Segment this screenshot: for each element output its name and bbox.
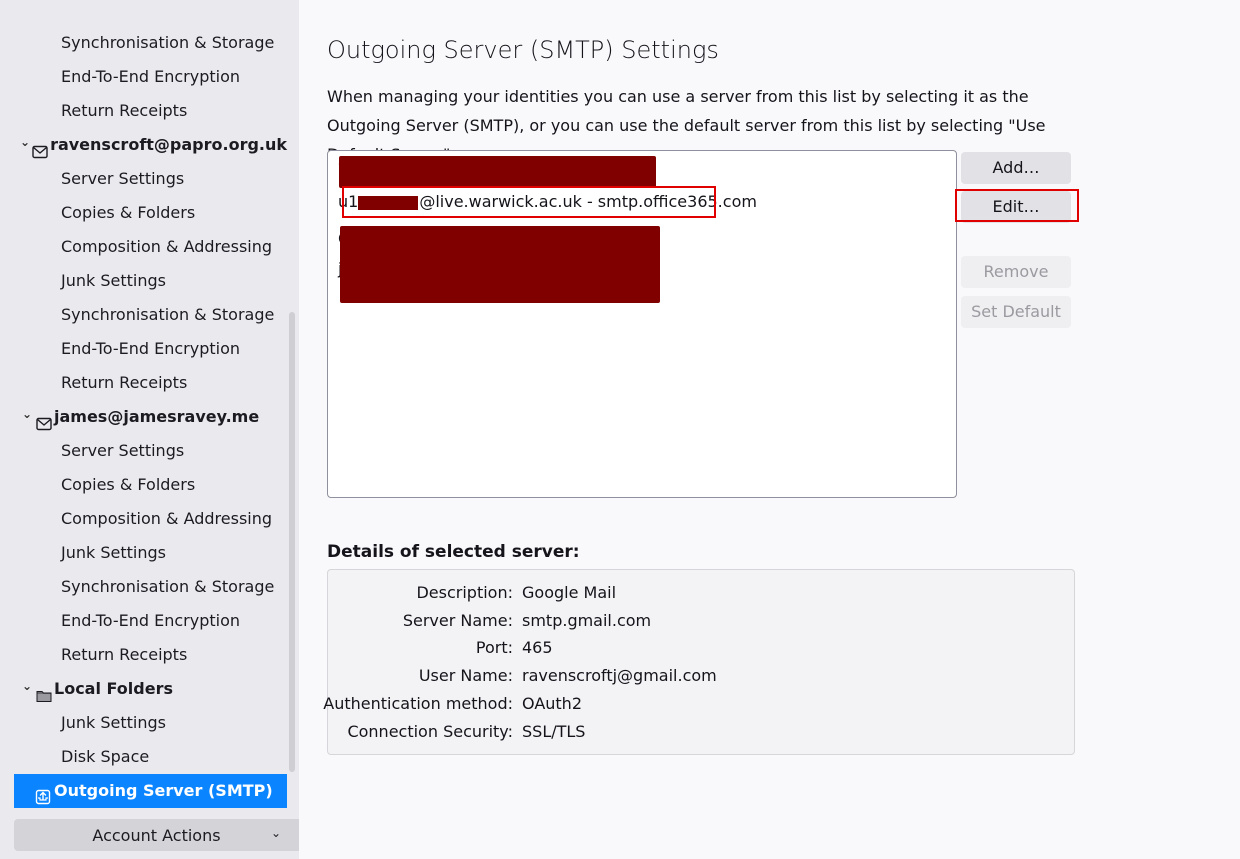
sidebar-item[interactable]: Junk Settings <box>0 536 287 570</box>
sidebar-item-outgoing-server[interactable]: Outgoing Server (SMTP) <box>14 774 287 808</box>
sidebar-item-label: Junk Settings <box>61 543 166 562</box>
account-actions-label: Account Actions <box>92 825 221 845</box>
detail-label: Connection Security: <box>347 721 513 741</box>
server-label-prefix: u1 <box>338 192 359 211</box>
detail-row: Server Name: smtp.gmail.com <box>328 607 1074 635</box>
sidebar-item[interactable]: Server Settings <box>0 162 287 196</box>
detail-label: Authentication method: <box>323 693 513 713</box>
sidebar-item-label: Copies & Folders <box>61 475 196 494</box>
server-list-item[interactable]: u1 @live.warwick.ac.uk - smtp.office365.c… <box>338 192 757 211</box>
sidebar-item-label: Composition & Addressing <box>61 237 273 256</box>
detail-value: 465 <box>522 638 553 658</box>
server-details-panel: Description: Google Mail Server Name: smtp.… <box>323 569 1075 755</box>
account-actions-button[interactable]: Account Actions ⌄ <box>14 819 299 851</box>
detail-row: Connection Security: SSL/TLS <box>328 718 1074 746</box>
outgoing-server-icon <box>35 783 51 805</box>
chevron-down-icon[interactable]: ⌄ <box>20 680 34 692</box>
sidebar-item[interactable]: Junk Settings <box>0 264 287 298</box>
account-settings-sidebar: Synchronisation & Storage End-To-End Encr… <box>0 0 299 859</box>
details-heading: Details of selected server: <box>327 542 580 562</box>
sidebar-item[interactable]: Disk Space <box>0 740 287 774</box>
add-button[interactable]: Add… <box>961 152 1071 184</box>
sidebar-item-label: Return Receipts <box>61 645 188 664</box>
sidebar-item-label: Local Folders <box>54 679 173 698</box>
sidebar-item[interactable]: End-To-End Encryption <box>0 60 287 94</box>
folder-icon <box>36 681 52 702</box>
sidebar-item[interactable]: Return Receipts <box>0 638 287 672</box>
sidebar-item[interactable]: End-To-End Encryption <box>0 332 287 366</box>
sidebar-item-label: Server Settings <box>61 169 185 188</box>
detail-row: Description: Google Mail <box>328 579 1074 607</box>
sidebar-item[interactable]: Server Settings <box>0 434 287 468</box>
remove-button[interactable]: Remove <box>961 256 1071 288</box>
sidebar-item[interactable]: Synchronisation & Storage <box>0 570 287 604</box>
sidebar-item-label: Synchronisation & Storage <box>61 577 275 596</box>
chevron-down-icon: ⌄ <box>270 826 281 840</box>
sidebar-item-label: Synchronisation & Storage <box>61 305 275 324</box>
page-title: Outgoing Server (SMTP) Settings <box>327 36 719 64</box>
sidebar-item[interactable]: Copies & Folders <box>0 468 287 502</box>
sidebar-item-label: Copies & Folders <box>61 203 196 222</box>
detail-value: OAuth2 <box>522 693 582 713</box>
sidebar-item[interactable]: Copies & Folders <box>0 196 287 230</box>
sidebar-item-label: Return Receipts <box>61 101 188 120</box>
sidebar-account-3[interactable]: ⌄ ravenscroft@papro.org.uk <box>0 128 287 162</box>
detail-label: Server Name: <box>402 610 513 630</box>
sidebar-item[interactable]: Composition & Addressing <box>0 230 287 264</box>
server-label-suffix: @live.warwick.ac.uk - smtp.office365.com <box>419 192 757 211</box>
account-tree: Synchronisation & Storage End-To-End Encr… <box>0 26 287 808</box>
sidebar-item-label: Synchronisation & Storage <box>61 33 275 52</box>
detail-row: Port: 465 <box>328 634 1074 662</box>
sidebar-item-label: Disk Space <box>61 747 150 766</box>
set-default-button[interactable]: Set Default <box>961 296 1071 328</box>
sidebar-item-label: End-To-End Encryption <box>61 339 241 358</box>
sidebar-item[interactable]: Composition & Addressing <box>0 502 287 536</box>
sidebar-item-label: Server Settings <box>61 441 185 460</box>
redaction-block <box>339 156 656 188</box>
mail-icon <box>32 137 48 159</box>
sidebar-item[interactable]: Return Receipts <box>0 366 287 400</box>
sidebar-scrollbar[interactable] <box>289 312 295 772</box>
sidebar-item-label: End-To-End Encryption <box>61 67 241 86</box>
detail-label: Port: <box>475 638 513 658</box>
detail-value: SSL/TLS <box>522 721 586 741</box>
redaction-block <box>358 195 419 210</box>
chevron-down-icon[interactable]: ⌄ <box>20 136 30 148</box>
sidebar-item-label: ravenscroft@papro.org.uk <box>50 135 288 154</box>
detail-row: User Name: ravenscroftj@gmail.com <box>328 662 1074 690</box>
sidebar-item[interactable]: Synchronisation & Storage <box>0 26 287 60</box>
detail-label: User Name: <box>418 666 513 686</box>
sidebar-account-11[interactable]: ⌄ james@jamesravey.me <box>0 400 287 434</box>
detail-value: smtp.gmail.com <box>522 610 652 630</box>
detail-value: ravenscroftj@gmail.com <box>522 666 717 686</box>
sidebar-item[interactable]: End-To-End Encryption <box>0 604 287 638</box>
detail-row: Authentication method: OAuth2 <box>323 690 1074 718</box>
sidebar-item[interactable]: Return Receipts <box>0 94 287 128</box>
sidebar-item-label: Junk Settings <box>61 713 166 732</box>
mail-icon <box>36 409 52 431</box>
detail-value: Google Mail <box>522 583 617 602</box>
smtp-server-list[interactable]: G u1@live.warwick.ac.uk - smtp.office365… <box>327 150 957 498</box>
sidebar-item-label: Return Receipts <box>61 373 188 392</box>
sidebar-item-label: Outgoing Server (SMTP) <box>54 781 273 800</box>
detail-label: Description: <box>416 583 513 602</box>
edit-button[interactable]: Edit… <box>961 191 1071 223</box>
sidebar-item[interactable]: Synchronisation & Storage <box>0 298 287 332</box>
sidebar-item-label: james@jamesravey.me <box>54 407 260 426</box>
sidebar-item-label: End-To-End Encryption <box>61 611 241 630</box>
chevron-down-icon[interactable]: ⌄ <box>20 408 34 420</box>
sidebar-item-label: Composition & Addressing <box>61 509 273 528</box>
sidebar-item-label: Junk Settings <box>61 271 166 290</box>
redaction-block <box>340 226 660 303</box>
sidebar-account-19[interactable]: ⌄ Local Folders <box>0 672 287 706</box>
main-panel: Outgoing Server (SMTP) Settings When man… <box>299 0 1240 859</box>
sidebar-item[interactable]: Junk Settings <box>0 706 287 740</box>
